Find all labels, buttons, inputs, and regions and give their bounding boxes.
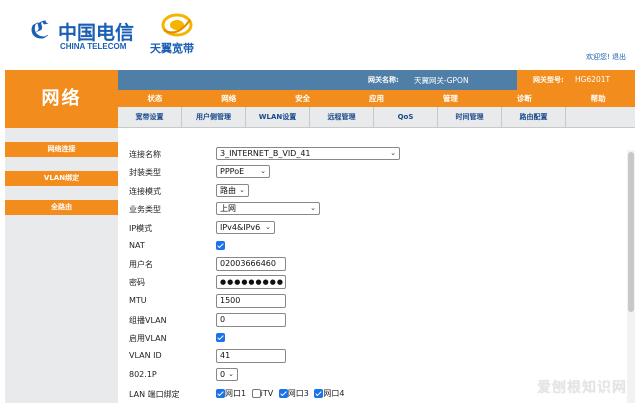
- 8021p-label: 802.1P: [129, 370, 157, 379]
- subtab-time-management[interactable]: 时间管理: [438, 107, 502, 127]
- subtab-user-side-management[interactable]: 用户侧管理: [182, 107, 246, 127]
- lan-port-option[interactable]: 网口1: [216, 389, 246, 398]
- username-label: 用户名: [129, 260, 153, 269]
- sidebar-item-network-connection[interactable]: 网络连接: [5, 142, 118, 157]
- 8021p-value: 0: [220, 370, 226, 379]
- gateway-model-box: 网关型号: HG6201T: [517, 70, 635, 90]
- lan-port-4-label: 网口4: [323, 389, 345, 398]
- service-type-value: 上网: [220, 204, 236, 213]
- subtab-remote-management[interactable]: 远程管理: [310, 107, 374, 127]
- ip-mode-value: IPv4&IPv6: [220, 223, 261, 232]
- encapsulation-value: PPPoE: [220, 167, 245, 176]
- tab-security[interactable]: 安全: [266, 90, 340, 107]
- mtu-input[interactable]: 1500: [216, 294, 286, 308]
- lan-port-option[interactable]: 网口3: [278, 389, 309, 398]
- subtab-routing-config[interactable]: 路由配置: [502, 107, 566, 127]
- tab-diagnostics[interactable]: 诊断: [487, 90, 561, 107]
- gateway-model-value: HG6201T: [575, 75, 611, 84]
- tianyi-logo: 天翼宽带: [150, 12, 210, 56]
- service-type-select[interactable]: 上网 ⌄: [216, 202, 320, 215]
- tab-status[interactable]: 状态: [118, 90, 192, 107]
- password-input[interactable]: ●●●●●●●●●: [216, 275, 286, 289]
- chevron-down-icon: ⌄: [239, 186, 245, 194]
- connection-mode-value: 路由: [220, 186, 236, 195]
- enable-vlan-checkbox[interactable]: [216, 333, 225, 342]
- connection-name-select[interactable]: 3_INTERNET_B_VID_41 ⌄: [216, 147, 400, 160]
- page-title: 网络: [5, 70, 118, 128]
- lan-port-3-checkbox[interactable]: [278, 389, 288, 398]
- connection-form: 连接名称 3_INTERNET_B_VID_41 ⌄ 封装类型 PPPoE ⌄ …: [118, 128, 635, 403]
- 8021p-select[interactable]: 0 ⌄: [216, 368, 238, 381]
- sidebar: 网络连接 VLAN绑定 全路由: [5, 128, 118, 403]
- multicast-vlan-label: 组播VLAN: [129, 316, 167, 325]
- lan-port-itv-label: iTV: [260, 389, 274, 398]
- nat-checkbox-wrap: [216, 241, 225, 251]
- chevron-down-icon: ⌄: [265, 223, 271, 231]
- gateway-name-label: 网关名称:: [368, 76, 399, 84]
- telecom-emblem-icon: ℭ: [30, 16, 50, 44]
- chevron-down-icon: ⌄: [310, 204, 316, 212]
- lan-port-option[interactable]: 网口4: [314, 389, 345, 398]
- lan-port-itv-checkbox[interactable]: [251, 389, 261, 398]
- chevron-down-icon: ⌄: [228, 370, 234, 378]
- encapsulation-select[interactable]: PPPoE ⌄: [216, 165, 270, 178]
- tab-help[interactable]: 帮助: [561, 90, 635, 107]
- password-label: 密码: [129, 278, 145, 287]
- lan-port-1-checkbox[interactable]: [216, 389, 225, 398]
- lan-port-option[interactable]: iTV: [251, 389, 274, 398]
- multicast-vlan-input[interactable]: 0: [216, 313, 286, 327]
- lan-port-binding-label: LAN 端口绑定: [129, 390, 180, 399]
- chevron-down-icon: ⌄: [260, 167, 266, 175]
- subtab-wlan-settings[interactable]: WLAN设置: [246, 107, 310, 127]
- encapsulation-label: 封装类型: [129, 168, 161, 177]
- gateway-model-label: 网关型号:: [533, 76, 564, 84]
- ip-mode-label: IP模式: [129, 224, 153, 233]
- tab-application[interactable]: 应用: [340, 90, 414, 107]
- sidebar-item-vlan-binding[interactable]: VLAN绑定: [5, 171, 118, 186]
- mtu-label: MTU: [129, 296, 147, 305]
- lan-port-4-checkbox[interactable]: [314, 389, 324, 398]
- username-input[interactable]: 02003666460: [216, 257, 286, 271]
- connection-mode-select[interactable]: 路由 ⌄: [216, 184, 249, 197]
- header: ℭ 中国电信 CHINA TELECOM 天翼宽带 欢迎您! 退出: [0, 0, 640, 70]
- scrollbar-thumb[interactable]: [628, 152, 634, 312]
- gateway-name-value: 天翼网关-GPON: [414, 76, 469, 85]
- tab-management[interactable]: 管理: [413, 90, 487, 107]
- gateway-info-bar: 网关名称: 天翼网关-GPON 网关型号: HG6201T: [118, 70, 635, 90]
- sub-nav: 宽带设置 用户侧管理 WLAN设置 远程管理 QoS 时间管理 路由配置: [118, 107, 635, 128]
- connection-name-value: 3_INTERNET_B_VID_41: [220, 149, 311, 158]
- vlan-id-label: VLAN ID: [129, 351, 162, 360]
- nat-checkbox[interactable]: [216, 241, 225, 250]
- tianyi-swirl-icon: [161, 13, 193, 37]
- telecom-cn-name: 中国电信: [58, 22, 135, 44]
- lan-port-binding-group: 网口1 iTV 网口3 网口4: [216, 388, 348, 399]
- enable-vlan-checkbox-wrap: [216, 333, 225, 343]
- telecom-en-name: CHINA TELECOM: [60, 42, 127, 51]
- vlan-id-input[interactable]: 41: [216, 349, 286, 363]
- main-nav: 状态 网络 安全 应用 管理 诊断 帮助: [118, 90, 635, 107]
- service-type-label: 业务类型: [129, 205, 161, 214]
- china-telecom-logo: ℭ 中国电信 CHINA TELECOM: [30, 14, 150, 54]
- tianyi-name: 天翼宽带: [150, 42, 194, 55]
- site-watermark: 爱刨根知识网: [537, 380, 627, 396]
- connection-mode-label: 连接模式: [129, 187, 161, 196]
- lan-port-1-label: 网口1: [225, 389, 247, 398]
- enable-vlan-label: 启用VLAN: [129, 334, 167, 343]
- tab-network[interactable]: 网络: [192, 90, 266, 107]
- welcome-logout-link[interactable]: 欢迎您! 退出: [586, 52, 626, 62]
- connection-name-label: 连接名称: [129, 150, 161, 159]
- chevron-down-icon: ⌄: [390, 149, 396, 157]
- ip-mode-select[interactable]: IPv4&IPv6 ⌄: [216, 221, 275, 234]
- subtab-broadband-settings[interactable]: 宽带设置: [118, 107, 182, 127]
- lan-port-3-label: 网口3: [287, 389, 309, 398]
- nat-label: NAT: [129, 241, 145, 250]
- subtab-qos[interactable]: QoS: [374, 107, 438, 127]
- vertical-scrollbar[interactable]: [627, 150, 635, 403]
- sidebar-item-full-routing[interactable]: 全路由: [5, 200, 118, 215]
